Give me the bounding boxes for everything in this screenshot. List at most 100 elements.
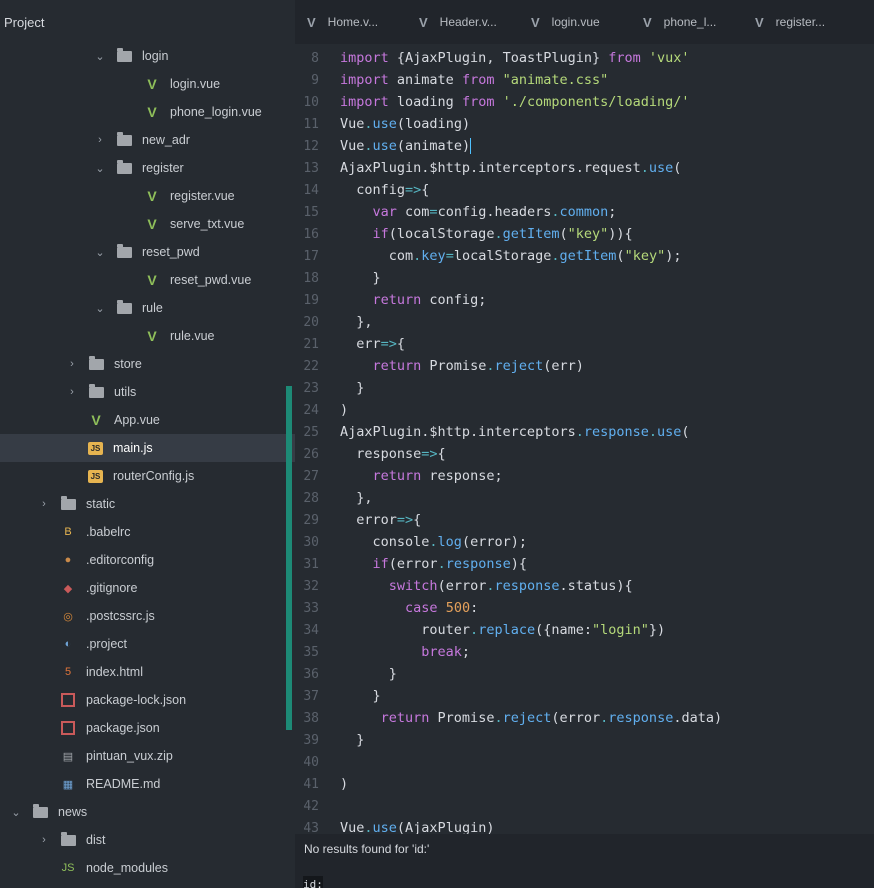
- code-line[interactable]: 12 Vue.use(animate): [295, 135, 874, 157]
- tree-item-package-lock-json[interactable]: package-lock.json: [0, 686, 295, 714]
- tree-item-gitignore[interactable]: ◆ .gitignore: [0, 574, 295, 602]
- tree-item-pintuan-vux-zip[interactable]: ▤ pintuan_vux.zip: [0, 742, 295, 770]
- code-text: com.key=localStorage.getItem("key");: [340, 248, 682, 264]
- chevron-right-icon[interactable]: ›: [94, 134, 106, 146]
- tree-item-register[interactable]: ⌄ register: [0, 154, 295, 182]
- code-line[interactable]: 22 return Promise.reject(err): [295, 355, 874, 377]
- code-line[interactable]: 19 return config;: [295, 289, 874, 311]
- tree-item-login[interactable]: ⌄ login: [0, 42, 295, 70]
- tree-item-app-vue[interactable]: V App.vue: [0, 406, 295, 434]
- code-line[interactable]: 29 error=>{: [295, 509, 874, 531]
- chevron-right-icon[interactable]: ›: [38, 834, 50, 846]
- tree-item-phone-login-vue[interactable]: Vphone_login.vue: [0, 98, 295, 126]
- find-input[interactable]: id:: [303, 876, 323, 888]
- code-line[interactable]: 21 err=>{: [295, 333, 874, 355]
- code-line[interactable]: 18 }: [295, 267, 874, 289]
- tree-item-node-modules[interactable]: JS node_modules: [0, 854, 295, 882]
- chevron-right-icon[interactable]: ›: [38, 498, 50, 510]
- tree-item-label: register.vue: [170, 189, 235, 203]
- tree-item-routerconfig-js[interactable]: JS routerConfig.js: [0, 462, 295, 490]
- code-line[interactable]: 11 Vue.use(loading): [295, 113, 874, 135]
- tree-item-news[interactable]: ⌄ news: [0, 798, 295, 826]
- vue-file-icon: V: [91, 412, 101, 428]
- code-line[interactable]: 33 case 500:: [295, 597, 874, 619]
- code-line[interactable]: 20 },: [295, 311, 874, 333]
- tree-item-label: README.md: [86, 777, 161, 791]
- tree-item-postcssrc-js[interactable]: ◎ .postcssrc.js: [0, 602, 295, 630]
- tree-item-main-js[interactable]: JS main.js: [0, 434, 295, 462]
- code-line[interactable]: 38 return Promise.reject(error.response.…: [295, 707, 874, 729]
- code-line[interactable]: 35 break;: [295, 641, 874, 663]
- tab-register[interactable]: Vregister...: [743, 15, 855, 30]
- tree-item-store[interactable]: › store: [0, 350, 295, 378]
- tree-item-label: rule.vue: [170, 329, 215, 343]
- code-line[interactable]: 14 config=>{: [295, 179, 874, 201]
- tree-item-reset-pwd-vue[interactable]: Vreset_pwd.vue: [0, 266, 295, 294]
- chevron-down-icon[interactable]: ⌄: [94, 162, 106, 175]
- tree-item-rule[interactable]: ⌄ rule: [0, 294, 295, 322]
- code-editor[interactable]: 8 import {AjaxPlugin, ToastPlugin} from '…: [295, 44, 874, 834]
- code-text: case 500:: [405, 600, 479, 616]
- tree-item-index-html[interactable]: 5 index.html: [0, 658, 295, 686]
- code-line[interactable]: 13 AjaxPlugin.$http.interceptors.request.…: [295, 157, 874, 179]
- code-line[interactable]: 40: [295, 751, 874, 773]
- code-line[interactable]: 8 import {AjaxPlugin, ToastPlugin} from '…: [295, 47, 874, 69]
- tree-item-login-vue[interactable]: Vlogin.vue: [0, 70, 295, 98]
- tab-header-v[interactable]: V Header.v...: [407, 15, 519, 30]
- tree-item-dist[interactable]: › dist: [0, 826, 295, 854]
- code-line[interactable]: 36 }: [295, 663, 874, 685]
- tree-item-project[interactable]: ◐ .project: [0, 630, 295, 658]
- tree-item-utils[interactable]: › utils: [0, 378, 295, 406]
- tree-item-babelrc[interactable]: B .babelrc: [0, 518, 295, 546]
- tab-home-v[interactable]: V Home.v...: [295, 15, 407, 30]
- vue-file-icon: V: [147, 188, 157, 204]
- tree-item-package-json[interactable]: package.json: [0, 714, 295, 742]
- code-line[interactable]: 41): [295, 773, 874, 795]
- chevron-down-icon[interactable]: ⌄: [10, 806, 22, 819]
- chevron-right-icon[interactable]: ›: [66, 358, 78, 370]
- tree-item-rule-vue[interactable]: Vrule.vue: [0, 322, 295, 350]
- tree-item-reset-pwd[interactable]: ⌄ reset_pwd: [0, 238, 295, 266]
- tab-login-vue[interactable]: Vlogin.vue: [519, 15, 631, 30]
- code-line[interactable]: 28 },: [295, 487, 874, 509]
- code-text: var com=config.headers.common;: [372, 204, 617, 220]
- html-file-icon: 5: [64, 666, 72, 678]
- code-text: import {AjaxPlugin, ToastPlugin} from 'v…: [340, 50, 690, 66]
- tree-item-editorconfig[interactable]: ● .editorconfig: [0, 546, 295, 574]
- tree-item-serve-txt-vue[interactable]: Vserve_txt.vue: [0, 210, 295, 238]
- project-file-icon: ◐: [64, 638, 72, 650]
- tree-item-label: news: [58, 805, 88, 819]
- tree-item-new-adr[interactable]: › new_adr: [0, 126, 295, 154]
- tree-item-readme-md[interactable]: ▦ README.md: [0, 770, 295, 798]
- code-line[interactable]: 37 }: [295, 685, 874, 707]
- code-line[interactable]: 26 response=>{: [295, 443, 874, 465]
- code-line[interactable]: 42: [295, 795, 874, 817]
- chevron-down-icon[interactable]: ⌄: [94, 302, 106, 315]
- code-line[interactable]: 15 var com=config.headers.common;: [295, 201, 874, 223]
- code-line[interactable]: 30 console.log(error);: [295, 531, 874, 553]
- tab-phone-l[interactable]: Vphone_l...: [631, 15, 743, 30]
- code-line[interactable]: 10 import loading from './components/load…: [295, 91, 874, 113]
- tree-item-register-vue[interactable]: Vregister.vue: [0, 182, 295, 210]
- code-line[interactable]: 43 Vue.use(AjaxPlugin): [295, 817, 874, 834]
- code-line[interactable]: 27 return response;: [295, 465, 874, 487]
- line-number: 24: [303, 403, 319, 418]
- chevron-down-icon[interactable]: ⌄: [94, 50, 106, 63]
- code-line[interactable]: 39 }: [295, 729, 874, 751]
- code-line[interactable]: 34 router.replace({name:"login"}): [295, 619, 874, 641]
- tree-item-label: package-lock.json: [86, 693, 187, 707]
- chevron-down-icon[interactable]: ⌄: [94, 246, 106, 259]
- code-line[interactable]: 23 }: [295, 377, 874, 399]
- code-line[interactable]: 32 switch(error.response.status){: [295, 575, 874, 597]
- line-number: 21: [303, 337, 319, 352]
- tree-item-static[interactable]: › static: [0, 490, 295, 518]
- code-line[interactable]: 9 import animate from "animate.css": [295, 69, 874, 91]
- code-line[interactable]: 25 AjaxPlugin.$http.interceptors.response…: [295, 421, 874, 443]
- code-line[interactable]: 17 com.key=localStorage.getItem("key");: [295, 245, 874, 267]
- nodemodules-file-icon: JS: [61, 862, 75, 874]
- code-line[interactable]: 31 if(error.response){: [295, 553, 874, 575]
- chevron-right-icon[interactable]: ›: [66, 386, 78, 398]
- code-line[interactable]: 24): [295, 399, 874, 421]
- code-line[interactable]: 16 if(localStorage.getItem("key")){: [295, 223, 874, 245]
- line-number: 14: [303, 183, 319, 198]
